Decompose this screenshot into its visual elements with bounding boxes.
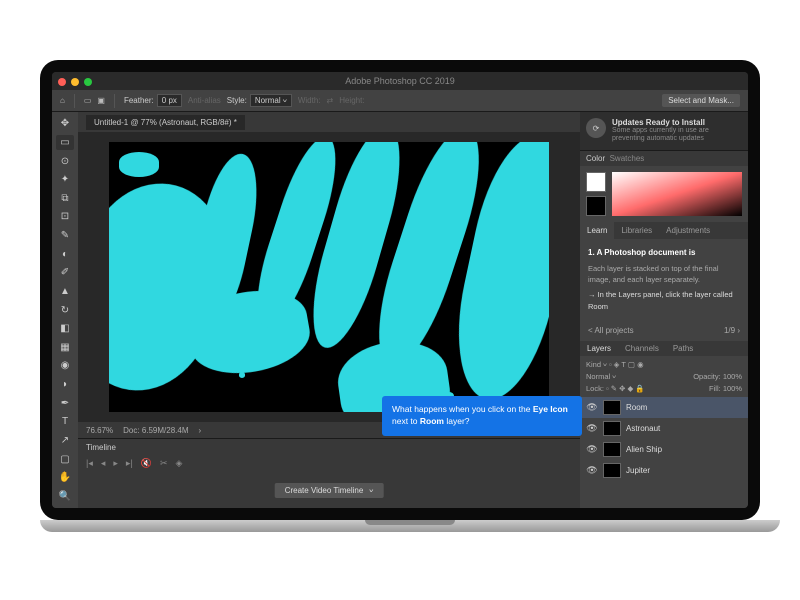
document-tab[interactable]: Untitled-1 @ 77% (Astronaut, RGB/8#) * [86, 115, 245, 130]
create-video-timeline-button[interactable]: Create Video Timelinev [275, 483, 384, 498]
blur-tool-icon[interactable]: ◉ [56, 358, 74, 374]
canvas[interactable] [109, 142, 549, 412]
opacity-label: Opacity: [693, 372, 721, 381]
layer-row[interactable]: 👁 Jupiter [580, 460, 748, 481]
timeline-next-icon[interactable]: ▸| [126, 458, 133, 469]
select-and-mask-button[interactable]: Select and Mask... [662, 94, 740, 107]
lasso-tool-icon[interactable]: ⊙ [56, 153, 74, 169]
layer-name: Room [626, 403, 647, 412]
layer-row[interactable]: 👁 Astronaut [580, 418, 748, 439]
update-subtitle: Some apps currently in use are preventin… [612, 127, 742, 144]
minimize-button[interactable] [71, 78, 79, 86]
crop-tool-icon[interactable]: ⧉ [56, 191, 74, 207]
feather-input[interactable]: 0 px [157, 94, 182, 107]
update-banner[interactable]: ⟳ Updates Ready to Install Some apps cur… [580, 112, 748, 151]
paths-tab[interactable]: Paths [666, 341, 700, 356]
swatches-panel-tab[interactable]: Swatches [610, 154, 645, 163]
timeline-panel: Timeline |◂ ◂ ▸ ▸| 🔇 ✂ ◈ Create Video Ti… [78, 438, 580, 508]
width-label: Width: [298, 96, 321, 105]
layers-tab[interactable]: Layers [580, 341, 618, 356]
feather-label: Feather: [124, 96, 154, 105]
update-title: Updates Ready to Install [612, 118, 742, 127]
eye-icon[interactable]: 👁 [586, 443, 598, 455]
height-label: Height: [339, 96, 364, 105]
style-select[interactable]: Normal v [250, 94, 292, 107]
shape-tool-icon[interactable]: ▢ [56, 451, 74, 467]
layer-row[interactable]: 👁 Alien Ship [580, 439, 748, 460]
history-brush-icon[interactable]: ↻ [56, 302, 74, 318]
gradient-tool-icon[interactable]: ▦ [56, 340, 74, 356]
timeline-first-icon[interactable]: |◂ [86, 458, 93, 469]
window-title: Adobe Photoshop CC 2019 [52, 72, 748, 90]
wand-tool-icon[interactable]: ✦ [56, 172, 74, 188]
stamp-tool-icon[interactable]: ▲ [56, 284, 74, 300]
learn-paragraph: Each layer is stacked on top of the fina… [588, 263, 740, 286]
path-tool-icon[interactable]: ↗ [56, 433, 74, 449]
channels-tab[interactable]: Channels [618, 341, 666, 356]
blend-mode-select[interactable]: Normal v [586, 372, 616, 381]
kind-filter[interactable]: Kind [586, 360, 601, 369]
opacity-value[interactable]: 100% [723, 372, 742, 381]
eyedropper-tool-icon[interactable]: ✎ [56, 228, 74, 244]
selection-add-icon[interactable]: ▣ [97, 96, 105, 105]
doc-size: Doc: 6.59M/28.4M [123, 426, 188, 435]
eye-icon[interactable]: 👁 [586, 422, 598, 434]
marquee-tool-icon[interactable]: ▭ [56, 135, 74, 151]
step-counter: 1/9 › [724, 326, 740, 335]
brush-tool-icon[interactable]: ✐ [56, 265, 74, 281]
tutorial-tooltip: What happens when you click on the Eye I… [382, 396, 582, 436]
layer-name: Alien Ship [626, 445, 662, 454]
layer-thumbnail[interactable] [603, 421, 621, 436]
color-panel-tab[interactable]: Color [586, 154, 605, 163]
layer-name: Jupiter [626, 466, 650, 475]
maximize-button[interactable] [84, 78, 92, 86]
layer-list: 👁 Room 👁 Astronaut 👁 Alien Ship 👁 [580, 397, 748, 508]
close-button[interactable] [58, 78, 66, 86]
learn-heading: 1. A Photoshop document is [588, 247, 740, 259]
update-icon: ⟳ [586, 118, 606, 138]
type-tool-icon[interactable]: T [56, 414, 74, 430]
style-label: Style: [227, 96, 247, 105]
antialias-checkbox: Anti-alias [188, 96, 221, 105]
move-tool-icon[interactable]: ✥ [56, 116, 74, 132]
zoom-tool-icon[interactable]: 🔍 [56, 489, 74, 505]
layer-name: Astronaut [626, 424, 660, 433]
hand-tool-icon[interactable]: ✋ [56, 470, 74, 486]
frame-tool-icon[interactable]: ⊡ [56, 209, 74, 225]
tool-palette: ✥ ▭ ⊙ ✦ ⧉ ⊡ ✎ ◐ ✐ ▲ ↻ ◧ ▦ ◉ ◗ ✒ T ↗ ▢ ✋ … [52, 112, 78, 508]
fill-label: Fill: [709, 384, 721, 393]
libraries-tab[interactable]: Libraries [614, 222, 659, 239]
timeline-transition-icon[interactable]: ◈ [176, 458, 183, 469]
layer-thumbnail[interactable] [603, 442, 621, 457]
timeline-cut-icon[interactable]: ✂ [160, 458, 168, 469]
adjustments-tab[interactable]: Adjustments [659, 222, 717, 239]
timeline-play-icon[interactable]: ▸ [113, 458, 118, 469]
color-picker[interactable] [612, 172, 742, 216]
zoom-level[interactable]: 76.67% [86, 426, 113, 435]
timeline-audio-icon[interactable]: 🔇 [141, 458, 152, 469]
background-color[interactable] [586, 196, 606, 216]
lock-label: Lock: [586, 384, 604, 393]
learn-instruction: → In the Layers panel, click the layer c… [588, 289, 740, 312]
selection-mode-icon[interactable]: ▭ [84, 96, 92, 105]
eye-icon[interactable]: 👁 [586, 401, 598, 413]
back-to-projects[interactable]: < All projects [588, 326, 634, 335]
learn-tab[interactable]: Learn [580, 222, 614, 239]
options-bar: ⌂ ▭ ▣ Feather:0 px Anti-alias Style:Norm… [52, 90, 748, 112]
foreground-color[interactable] [586, 172, 606, 192]
healing-tool-icon[interactable]: ◐ [56, 246, 74, 262]
eraser-tool-icon[interactable]: ◧ [56, 321, 74, 337]
home-icon[interactable]: ⌂ [60, 96, 65, 105]
layer-thumbnail[interactable] [603, 463, 621, 478]
eye-icon[interactable]: 👁 [586, 464, 598, 476]
dodge-tool-icon[interactable]: ◗ [56, 377, 74, 393]
layer-thumbnail[interactable] [603, 400, 621, 415]
pen-tool-icon[interactable]: ✒ [56, 395, 74, 411]
timeline-label: Timeline [86, 443, 572, 452]
timeline-prev-icon[interactable]: ◂ [101, 458, 106, 469]
fill-value[interactable]: 100% [723, 384, 742, 393]
layer-row[interactable]: 👁 Room [580, 397, 748, 418]
